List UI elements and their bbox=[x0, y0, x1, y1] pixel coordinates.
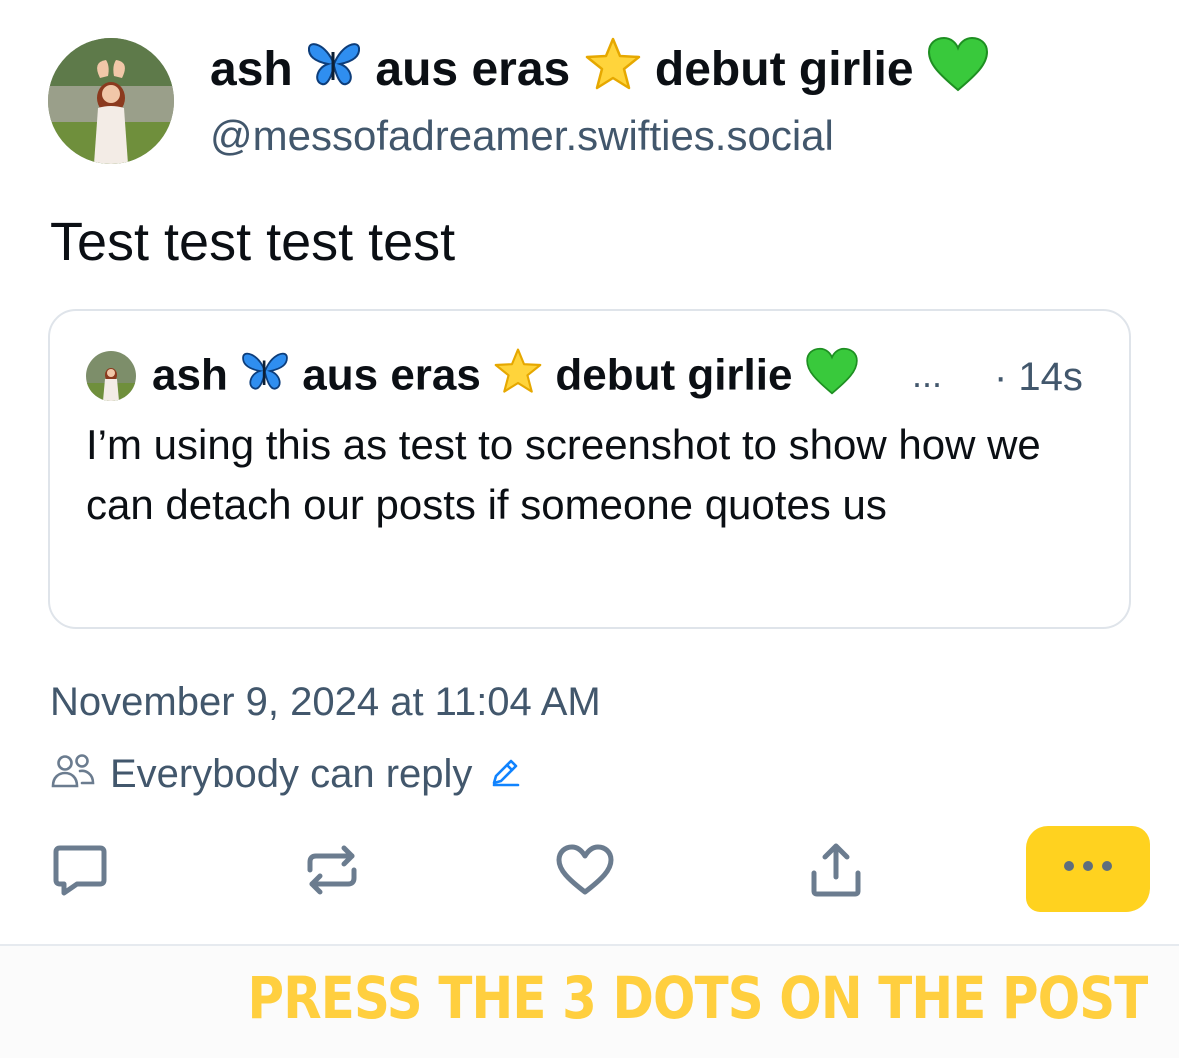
quoted-author-avatar bbox=[86, 351, 136, 401]
people-icon bbox=[50, 752, 96, 797]
butterfly-icon bbox=[306, 40, 362, 105]
quoted-name-part-3: debut girlie bbox=[555, 350, 793, 400]
star-icon bbox=[584, 36, 642, 109]
post-timestamp: November 9, 2024 at 11:04 AM bbox=[50, 680, 601, 724]
more-dots-icon bbox=[1060, 858, 1116, 879]
more-options-button[interactable] bbox=[1046, 838, 1130, 898]
post-action-bar bbox=[0, 830, 1179, 914]
quoted-author-name: ash aus eras debut girlie bbox=[152, 347, 859, 409]
reply-setting-label: Everybody can reply bbox=[110, 752, 473, 796]
author-name-part-1: ash bbox=[210, 43, 293, 97]
quoted-name-part-1: ash bbox=[152, 350, 228, 400]
green-heart-icon bbox=[805, 347, 859, 409]
author-handle[interactable]: @messofadreamer.swifties.social bbox=[210, 106, 834, 166]
quoted-name-ellipsis: ... bbox=[912, 354, 943, 395]
like-button[interactable] bbox=[553, 840, 617, 904]
quoted-post-time: · 14s bbox=[994, 355, 1083, 399]
reply-icon bbox=[51, 842, 109, 903]
pencil-icon[interactable] bbox=[488, 755, 522, 794]
author-display-name[interactable]: ash aus eras debut girlie bbox=[210, 36, 989, 109]
repost-icon bbox=[302, 842, 362, 903]
quoted-post-text: I’m using this as test to screenshot to … bbox=[86, 421, 1041, 528]
author-name-part-2: aus eras bbox=[375, 43, 571, 97]
author-avatar[interactable] bbox=[48, 38, 174, 164]
green-heart-icon bbox=[927, 36, 989, 109]
reply-button[interactable] bbox=[48, 840, 112, 904]
post-text: Test test test test bbox=[50, 212, 456, 272]
reply-setting[interactable]: Everybody can reply bbox=[50, 746, 522, 802]
author-name-part-3: debut girlie bbox=[654, 43, 914, 97]
instruction-caption: PRESS THE 3 DOTS ON THE POST bbox=[247, 964, 1148, 1032]
share-icon bbox=[808, 841, 864, 904]
repost-button[interactable] bbox=[300, 840, 364, 904]
heart-icon bbox=[555, 843, 615, 902]
share-button[interactable] bbox=[804, 840, 868, 904]
butterfly-icon bbox=[240, 350, 290, 406]
star-icon bbox=[493, 347, 543, 409]
quoted-name-part-2: aus eras bbox=[302, 350, 481, 400]
quoted-post-card[interactable]: ash aus eras debut girlie ... · 14s I’m … bbox=[48, 309, 1131, 629]
